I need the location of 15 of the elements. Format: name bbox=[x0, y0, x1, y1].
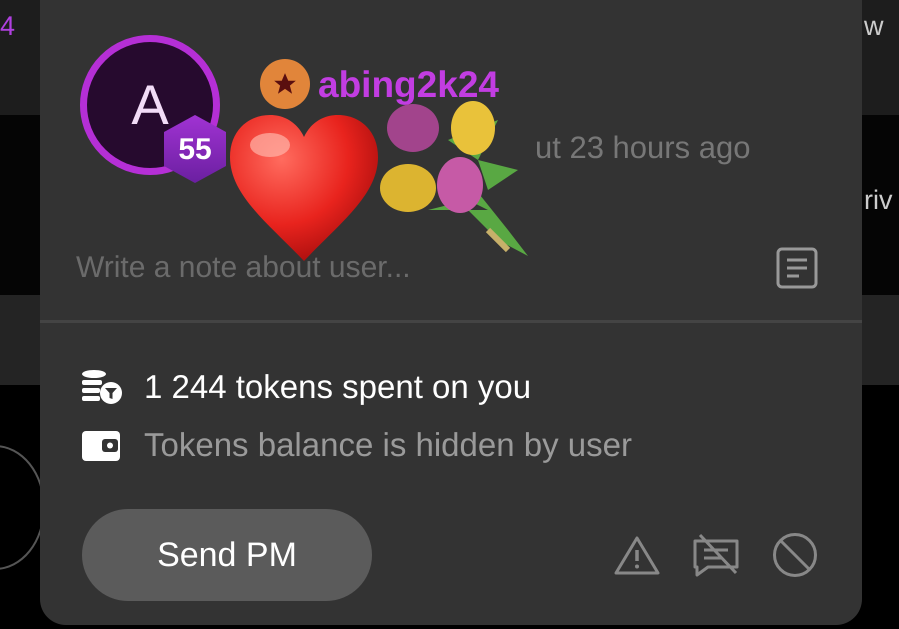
send-pm-button[interactable]: Send PM bbox=[82, 509, 372, 601]
page-text: 4 bbox=[0, 10, 16, 43]
stats-text: Tokens balance is hidden by user bbox=[144, 425, 632, 465]
note-icon[interactable] bbox=[776, 246, 818, 288]
last-seen-text: ut 23 hours ago bbox=[535, 131, 750, 166]
coins-icon bbox=[80, 369, 122, 405]
page-text: w bbox=[864, 10, 884, 43]
star-badge-icon bbox=[260, 59, 310, 109]
page-text: riv bbox=[864, 184, 892, 217]
warning-icon[interactable] bbox=[614, 535, 660, 575]
wallet-icon bbox=[80, 428, 122, 462]
note-field[interactable]: Write a note about user... bbox=[76, 245, 776, 290]
crossed-chat-icon[interactable] bbox=[692, 533, 740, 577]
block-icon[interactable] bbox=[772, 532, 818, 578]
stats-text: 1 244 tokens spent on you bbox=[144, 367, 532, 407]
